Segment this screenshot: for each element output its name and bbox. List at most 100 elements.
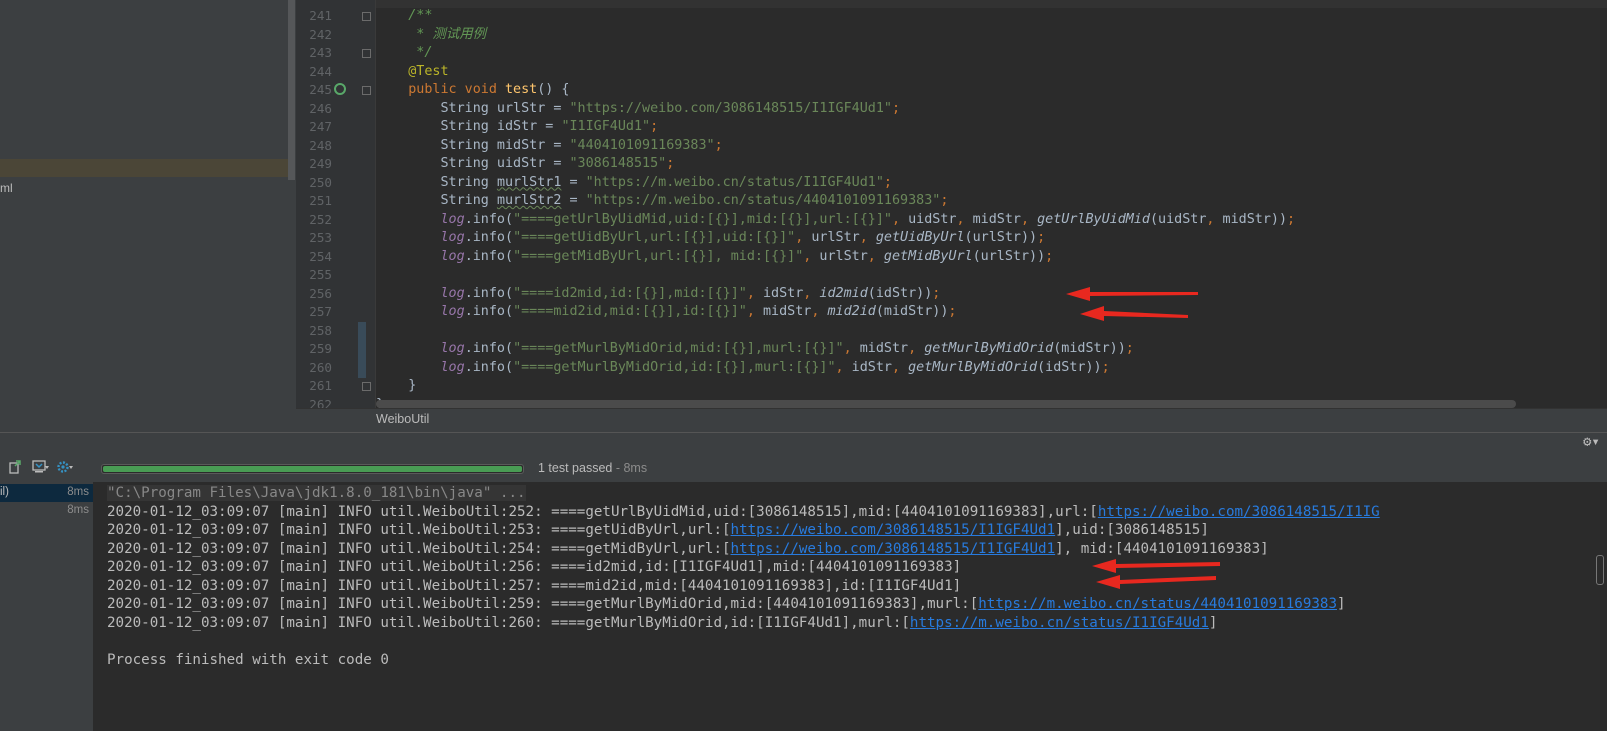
code-line[interactable]: public void test() { — [376, 81, 569, 100]
project-panel — [0, 0, 296, 436]
code-token: , — [811, 304, 828, 319]
code-line[interactable]: */ — [376, 44, 432, 63]
console-link[interactable]: https://m.weibo.cn/status/I1IGF4Ud1 — [910, 615, 1209, 631]
code-token: urlStr — [819, 248, 868, 264]
run-test-icon[interactable] — [334, 83, 346, 95]
line-number: 260 — [309, 359, 332, 375]
code-token: .info( — [464, 359, 514, 375]
code-token: "====id2mid,id:[{}],mid:[{}]" — [513, 285, 747, 301]
code-line[interactable]: String idStr = "I1IGF4Ud1"; — [376, 118, 658, 137]
code-token: , — [746, 304, 763, 319]
code-token: , — [746, 285, 763, 301]
code-token: , — [1206, 211, 1223, 227]
project-tree-selected-row[interactable] — [0, 159, 288, 177]
code-line[interactable]: @Test — [376, 63, 449, 82]
code-line[interactable]: log.info("====id2mid,id:[{}],mid:[{}]", … — [376, 285, 941, 304]
code-line[interactable]: String murlStr1 = "https://m.weibo.cn/st… — [376, 174, 892, 193]
fold-marker-icon[interactable] — [362, 382, 371, 391]
console-log-text: 2020-01-12_03:09:07 [main] INFO util.Wei… — [107, 577, 962, 594]
editor-horizontal-scrollbar[interactable] — [376, 400, 1516, 408]
line-number: 252 — [309, 211, 332, 227]
test-tree-row-time: 8ms — [67, 504, 89, 516]
red-arrow-icon — [1080, 306, 1188, 321]
line-number: 249 — [309, 156, 332, 171]
code-line[interactable]: log.info("====getUrlByUidMid,uid:[{}],mi… — [376, 211, 1296, 230]
code-token: ; — [650, 119, 659, 134]
line-number: 242 — [309, 26, 332, 42]
code-token: ; — [1045, 248, 1054, 264]
console-link[interactable]: https://m.weibo.cn/status/44041010911693… — [978, 596, 1337, 612]
code-token: , — [891, 359, 909, 375]
console-log-text: 2020-01-12_03:09:07 [main] INFO util.Wei… — [107, 596, 979, 612]
code-token: "====getUrlByUidMid,uid:[{}],mid:[{}],ur… — [513, 211, 892, 227]
code-line[interactable]: * 测试用例 — [376, 26, 486, 45]
code-token: "4404101091169383" — [569, 137, 715, 153]
code-token: .info( — [464, 248, 514, 264]
console-command-line: "C:\Program Files\Java\jdk1.8.0_181\bin\… — [107, 484, 526, 503]
export-test-results-icon[interactable] — [8, 460, 22, 474]
code-token: (urlStr)) — [972, 248, 1046, 264]
code-token: log — [440, 230, 465, 245]
code-token: ; — [1037, 230, 1046, 245]
code-line[interactable]: log.info("====getMurlByMidOrid,mid:[{}],… — [376, 340, 1134, 359]
code-token: idStr — [851, 359, 892, 375]
console-link[interactable]: https://weibo.com/3086148515/I1IGF4Ud1 — [731, 541, 1056, 557]
red-arrow-icon — [1066, 287, 1198, 301]
project-tree-item[interactable]: ml — [0, 181, 13, 195]
test-tree-row[interactable]: 8ms — [0, 502, 93, 520]
code-line[interactable]: String midStr = "4404101091169383"; — [376, 137, 722, 156]
test-tree-row[interactable]: il) 8ms — [0, 484, 93, 502]
console-log-line: 2020-01-12_03:09:07 [main] INFO util.Wei… — [107, 595, 1346, 614]
code-token: = — [561, 174, 586, 190]
code-token: , — [803, 285, 820, 301]
code-line[interactable]: log.info("====getUidByUrl,url:[{}],uid:[… — [376, 229, 1046, 248]
fold-marker-icon[interactable] — [362, 49, 371, 58]
code-token: urlStr — [811, 230, 860, 245]
settings-icon[interactable] — [56, 460, 74, 474]
code-line[interactable]: String urlStr = "https://weibo.com/30861… — [376, 100, 900, 119]
code-token: ; — [666, 156, 675, 171]
code-token: test — [505, 82, 538, 97]
console-link[interactable]: https://weibo.com/3086148515/I1IGF4Ud1 — [731, 522, 1056, 538]
line-number: 253 — [309, 230, 332, 245]
line-number: 243 — [309, 45, 332, 60]
import-tests-icon[interactable] — [32, 460, 50, 474]
fold-marker-icon[interactable] — [362, 12, 371, 21]
console-link[interactable]: https://weibo.com/3086148515/I1IG — [1098, 504, 1380, 520]
console-log-text: ] — [1208, 614, 1218, 631]
code-token: log — [440, 304, 465, 319]
code-token: uidStr — [908, 211, 957, 227]
fold-marker-icon[interactable] — [362, 86, 371, 95]
code-line[interactable]: } — [376, 377, 416, 396]
change-marker[interactable] — [358, 322, 366, 378]
code-line[interactable]: log.info("====mid2id,mid:[{}],id:[{}]", … — [376, 303, 957, 322]
console-log-text: ] — [1337, 596, 1346, 612]
code-line[interactable]: String uidStr = "3086148515"; — [376, 155, 674, 174]
code-token: ; — [940, 193, 949, 208]
code-line[interactable]: String murlStr2 = "https://m.weibo.cn/st… — [376, 192, 948, 211]
run-window-header — [0, 432, 1607, 454]
code-line[interactable]: log.info("====getMidByUrl,url:[{}], mid:… — [376, 248, 1054, 267]
console-log-text: 2020-01-12_03:09:07 [main] INFO util.Wei… — [107, 503, 1098, 520]
line-number: 245 — [309, 82, 332, 97]
code-token: , — [1020, 211, 1038, 227]
test-progress-fill — [103, 466, 522, 472]
console-log-text: ],uid:[3086148515] — [1055, 522, 1209, 538]
code-token: String midStr = — [376, 137, 570, 153]
code-token: (uidStr — [1149, 211, 1207, 227]
code-token: getUrlByUidMid — [1037, 211, 1150, 227]
gear-icon[interactable]: ⚙▾ — [1583, 434, 1600, 450]
code-line[interactable]: /** — [376, 7, 432, 26]
code-token: @Test — [376, 63, 449, 79]
breadcrumb-item-class[interactable]: WeiboUtil — [376, 412, 429, 426]
console-log-line: 2020-01-12_03:09:07 [main] INFO util.Wei… — [107, 614, 1217, 633]
code-line[interactable]: log.info("====getMurlByMidOrid,id:[{}],m… — [376, 359, 1110, 378]
test-tree-row-label: il) — [0, 486, 9, 498]
code-token: getUidByUrl — [875, 230, 965, 245]
project-panel-scrollbar[interactable] — [288, 0, 295, 180]
console-scrollbar[interactable] — [1596, 555, 1604, 585]
line-number: 258 — [309, 322, 332, 338]
